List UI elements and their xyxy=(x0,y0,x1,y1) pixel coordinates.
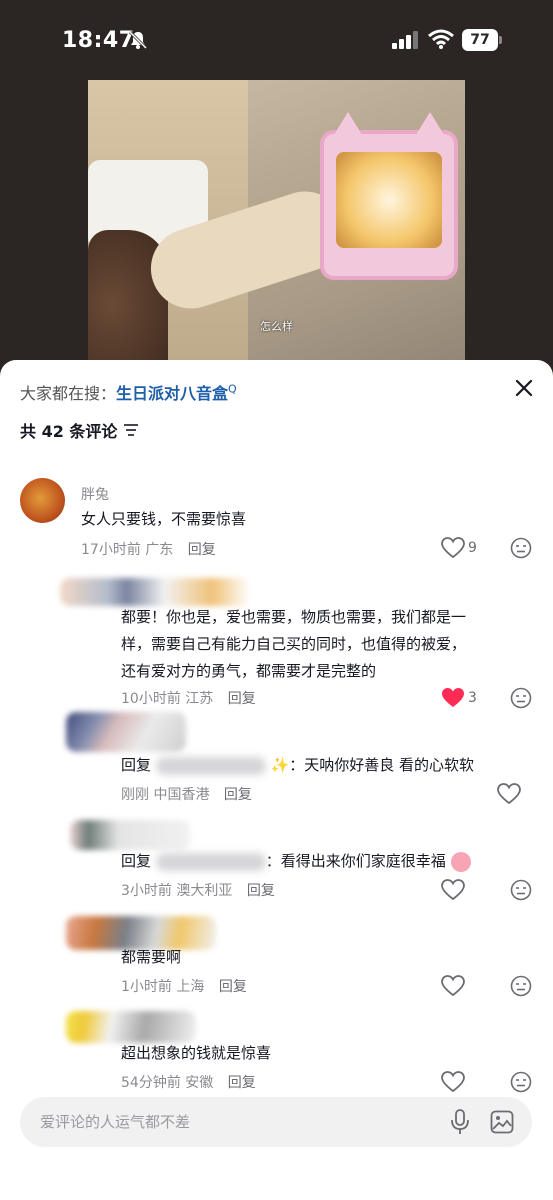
reply-prefix: 回复 xyxy=(121,756,152,774)
dislike-icon[interactable] xyxy=(510,1071,532,1093)
trending-search-prefix: 大家都在搜： xyxy=(20,384,117,403)
comment-time: 3小时前 xyxy=(121,883,172,899)
reply-button[interactable]: 回复 xyxy=(219,979,247,995)
reply-button[interactable]: 回复 xyxy=(228,691,256,707)
like-icon[interactable] xyxy=(441,879,465,901)
comment-count: 共 42 条评论 xyxy=(20,418,139,442)
reply-suffix: ：天呐你好善良 看的心软软 xyxy=(289,756,475,774)
search-icon: Q xyxy=(228,382,237,396)
comment-meta: 17小时前 广东 回复 xyxy=(81,539,216,559)
pig-emoji-icon xyxy=(450,851,471,872)
redacted-avatar xyxy=(66,712,186,752)
like-icon[interactable] xyxy=(441,537,465,559)
comment-time: 1小时前 xyxy=(121,979,172,995)
microphone-icon[interactable] xyxy=(450,1109,470,1135)
comment-text: 回复 ✨：天呐你好善良 看的心软软 xyxy=(121,752,474,779)
comment-text: 超出想象的钱就是惊喜 xyxy=(121,1044,272,1062)
comment-meta: 3小时前 澳大利亚 回复 xyxy=(121,880,275,900)
comment-count-label: 共 42 条评论 xyxy=(20,422,118,441)
clock: 18:47 xyxy=(62,28,135,53)
comment-time: 54分钟前 xyxy=(121,1075,181,1091)
reply-button[interactable]: 回复 xyxy=(247,883,275,899)
video-scene-music-box xyxy=(320,112,458,280)
reply-suffix: ：看得出来你们家庭很幸福 xyxy=(265,852,446,870)
comment-meta: 1小时前 上海 回复 xyxy=(121,976,247,996)
comment-meta: 54分钟前 安徽 回复 xyxy=(121,1072,256,1092)
comment-text: 都需要啊 xyxy=(121,948,182,966)
dislike-icon[interactable] xyxy=(510,537,532,559)
redacted-avatar xyxy=(70,820,190,850)
close-icon[interactable] xyxy=(512,376,536,400)
comment-text: 回复 ：看得出来你们家庭很幸福 xyxy=(121,848,471,875)
comment-meta: 刚刚 中国香港 回复 xyxy=(121,784,252,804)
comment-location: 澳大利亚 xyxy=(176,883,233,899)
dislike-icon[interactable] xyxy=(510,975,532,997)
comment-location: 江苏 xyxy=(185,691,214,707)
sparkle-icon: ✨ xyxy=(270,756,290,774)
redacted-avatar xyxy=(66,1011,196,1043)
redacted-avatar xyxy=(60,578,250,606)
comment-location: 广东 xyxy=(145,542,174,558)
dislike-icon[interactable] xyxy=(510,687,532,709)
wifi-icon xyxy=(428,29,454,49)
bell-muted-icon xyxy=(128,30,148,50)
comment-time: 17小时前 xyxy=(81,542,141,558)
comment-location: 上海 xyxy=(176,979,205,995)
reply-button[interactable]: 回复 xyxy=(224,787,252,803)
trending-search-keyword[interactable]: 生日派对八音盒 xyxy=(116,384,228,403)
like-icon[interactable] xyxy=(497,783,521,805)
trending-search[interactable]: 大家都在搜：生日派对八音盒Q xyxy=(20,380,237,404)
comment-meta: 10小时前 江苏 回复 xyxy=(121,688,256,708)
redacted-username xyxy=(155,852,266,871)
comment-author[interactable]: 胖兔 xyxy=(81,484,109,504)
comment-time: 刚刚 xyxy=(121,787,149,803)
comment-input[interactable] xyxy=(40,1097,420,1147)
sort-icon[interactable] xyxy=(123,423,139,437)
comment-text: 都要！你也是，爱也需要，物质也需要，我们都是一 样，需要自己有能力自己买的同时，… xyxy=(121,608,467,680)
comment-location: 中国香港 xyxy=(153,787,210,803)
video-player[interactable]: 怎么样 xyxy=(88,80,465,380)
comment-input-bar xyxy=(20,1097,532,1147)
video-caption: 怎么样 xyxy=(260,320,293,333)
like-count: 3 xyxy=(468,690,477,706)
redacted-username xyxy=(155,756,266,775)
status-bar: 18:47 77 xyxy=(0,0,553,80)
comment-time: 10小时前 xyxy=(121,691,181,707)
battery-icon: 77 xyxy=(462,29,502,51)
like-icon-filled[interactable] xyxy=(441,687,465,709)
like-icon[interactable] xyxy=(441,1071,465,1093)
avatar[interactable] xyxy=(20,478,65,523)
like-count: 9 xyxy=(468,540,477,556)
cellular-signal-icon xyxy=(392,31,418,49)
reply-button[interactable]: 回复 xyxy=(228,1075,256,1091)
reply-button[interactable]: 回复 xyxy=(188,542,216,558)
reply-prefix: 回复 xyxy=(121,852,152,870)
comment-sheet: 大家都在搜：生日派对八音盒Q 共 42 条评论 胖兔 女人只要钱，不需要惊喜 1… xyxy=(0,360,553,1200)
comment-text: 女人只要钱，不需要惊喜 xyxy=(81,510,247,528)
comment-location: 安徽 xyxy=(185,1075,214,1091)
battery-level: 77 xyxy=(462,29,498,51)
dislike-icon[interactable] xyxy=(510,879,532,901)
like-icon[interactable] xyxy=(441,975,465,997)
image-icon[interactable] xyxy=(490,1110,514,1134)
